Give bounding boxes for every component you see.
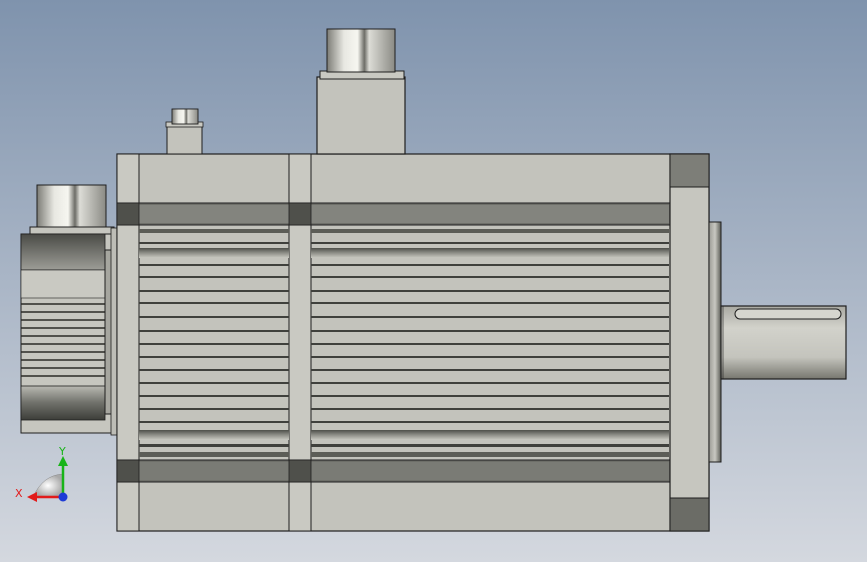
power-connector-cylinder[interactable] xyxy=(326,28,396,73)
flange-top-chamfer xyxy=(669,153,710,188)
upper-band-left-face xyxy=(139,205,289,223)
encoder-bottom-band xyxy=(20,385,106,421)
z-axis-dot xyxy=(58,492,68,502)
encoder-upper-face xyxy=(20,269,106,299)
upper-band-right-face xyxy=(311,205,669,223)
model-canvas[interactable]: Y X xyxy=(0,0,867,562)
lower-band-cap-left xyxy=(116,459,140,483)
encoder-top-band xyxy=(20,233,106,271)
brake-connector-cylinder[interactable] xyxy=(171,108,199,125)
front-flange[interactable] xyxy=(669,153,710,532)
y-axis-label: Y xyxy=(58,445,66,458)
upper-band-cap-mid xyxy=(288,202,312,226)
motor-housing[interactable] xyxy=(116,153,710,532)
shaft-keyway xyxy=(734,308,842,320)
encoder-connector-cylinder[interactable] xyxy=(36,184,107,229)
upper-band-cap-left xyxy=(116,202,140,226)
cad-viewport[interactable]: Y X xyxy=(0,0,867,562)
power-connector[interactable] xyxy=(316,28,406,155)
lower-band-right-face xyxy=(311,462,669,480)
flange-bottom-chamfer xyxy=(669,497,710,532)
brake-connector-base xyxy=(166,123,203,155)
brake-connector[interactable] xyxy=(165,108,204,155)
lower-band-cap-mid xyxy=(288,459,312,483)
pilot-boss xyxy=(708,221,722,463)
power-connector-base xyxy=(316,76,406,155)
lower-band-left-face xyxy=(139,462,289,480)
x-axis-label: X xyxy=(15,487,23,500)
